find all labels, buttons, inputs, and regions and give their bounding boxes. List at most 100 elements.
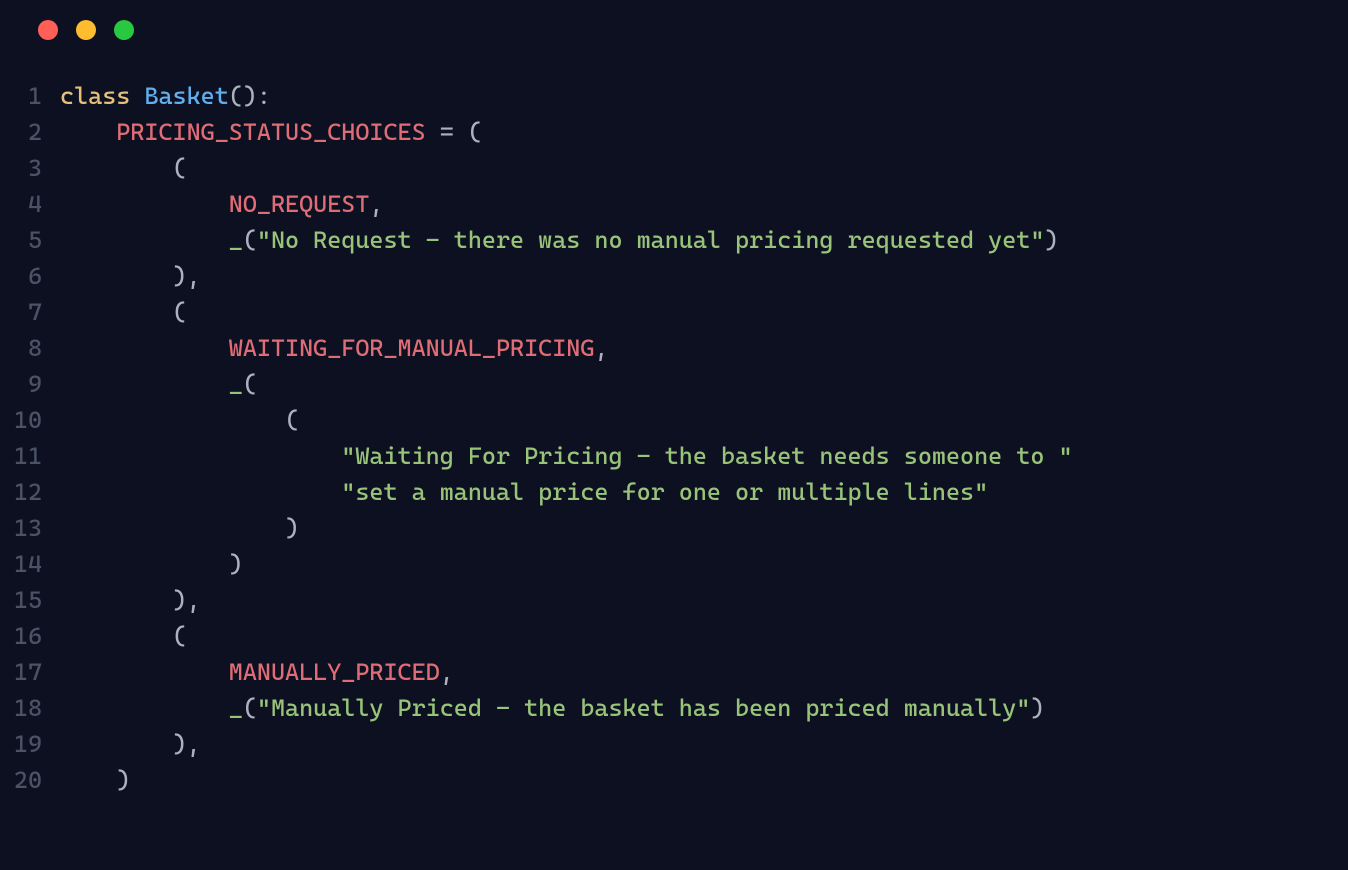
code-content[interactable]: ( [60,618,1348,654]
code-line[interactable]: 14 ) [0,546,1348,582]
code-token: _ [229,694,243,722]
line-number: 1 [0,78,60,114]
code-token: = ( [426,118,482,146]
code-line[interactable]: 20 ) [0,762,1348,798]
code-token: ( [60,298,187,326]
code-token: ( [243,370,257,398]
window-titlebar [0,0,1348,60]
code-token: ), [60,586,201,614]
code-token: ( [243,226,257,254]
code-content[interactable]: ) [60,546,1348,582]
code-token: ( [60,622,187,650]
line-number: 17 [0,654,60,690]
code-content[interactable]: _( [60,366,1348,402]
code-token [60,118,116,146]
code-line[interactable]: 15 ), [0,582,1348,618]
window-minimize-icon[interactable] [76,20,96,40]
code-line[interactable]: 1class Basket(): [0,78,1348,114]
line-number: 16 [0,618,60,654]
code-line[interactable]: 2 PRICING_STATUS_CHOICES = ( [0,114,1348,150]
code-token: ) [1030,694,1044,722]
line-number: 8 [0,330,60,366]
code-line[interactable]: 11 "Waiting For Pricing - the basket nee… [0,438,1348,474]
code-content[interactable]: ), [60,258,1348,294]
code-token: ) [60,550,243,578]
code-token: ( [60,406,299,434]
code-token: PRICING_STATUS_CHOICES [116,118,425,146]
code-line[interactable]: 6 ), [0,258,1348,294]
code-token: "Manually Priced - the basket has been p… [257,694,1030,722]
line-number: 7 [0,294,60,330]
line-number: 6 [0,258,60,294]
code-line[interactable]: 12 "set a manual price for one or multip… [0,474,1348,510]
code-token: WAITING_FOR_MANUAL_PRICING [229,334,595,362]
code-token: ), [60,730,201,758]
code-content[interactable]: class Basket(): [60,78,1348,114]
code-content[interactable]: ) [60,510,1348,546]
code-content[interactable]: ( [60,150,1348,186]
code-line[interactable]: 17 MANUALLY_PRICED, [0,654,1348,690]
window-zoom-icon[interactable] [114,20,134,40]
line-number: 20 [0,762,60,798]
code-token: _ [229,370,243,398]
code-content[interactable]: ( [60,402,1348,438]
code-token: ) [1044,226,1058,254]
code-content[interactable]: NO_REQUEST, [60,186,1348,222]
code-token [60,478,341,506]
line-number: 5 [0,222,60,258]
code-line[interactable]: 3 ( [0,150,1348,186]
code-window: 1class Basket():2 PRICING_STATUS_CHOICES… [0,0,1348,870]
code-content[interactable]: ), [60,726,1348,762]
line-number: 4 [0,186,60,222]
code-line[interactable]: 10 ( [0,402,1348,438]
code-token [60,370,229,398]
code-content[interactable]: WAITING_FOR_MANUAL_PRICING, [60,330,1348,366]
code-line[interactable]: 7 ( [0,294,1348,330]
code-token: ) [60,766,130,794]
line-number: 11 [0,438,60,474]
code-editor[interactable]: 1class Basket():2 PRICING_STATUS_CHOICES… [0,60,1348,798]
line-number: 2 [0,114,60,150]
line-number: 14 [0,546,60,582]
code-content[interactable]: MANUALLY_PRICED, [60,654,1348,690]
code-token [60,226,229,254]
code-token: "Waiting For Pricing - the basket needs … [341,442,1072,470]
code-line[interactable]: 16 ( [0,618,1348,654]
code-content[interactable]: ) [60,762,1348,798]
line-number: 18 [0,690,60,726]
code-line[interactable]: 19 ), [0,726,1348,762]
code-line[interactable]: 5 _("No Request - there was no manual pr… [0,222,1348,258]
code-content[interactable]: _("No Request - there was no manual pric… [60,222,1348,258]
window-close-icon[interactable] [38,20,58,40]
code-token: "No Request - there was no manual pricin… [257,226,1045,254]
code-line[interactable]: 9 _( [0,366,1348,402]
line-number: 19 [0,726,60,762]
code-content[interactable]: ), [60,582,1348,618]
code-token: ( [60,154,187,182]
code-token: , [594,334,608,362]
code-token [60,694,229,722]
code-token: ) [60,514,299,542]
code-content[interactable]: ( [60,294,1348,330]
code-token: Basket [144,82,228,110]
code-token [60,442,341,470]
code-token [60,658,229,686]
code-line[interactable]: 13 ) [0,510,1348,546]
code-token [60,334,229,362]
code-content[interactable]: "Waiting For Pricing - the basket needs … [60,438,1348,474]
code-line[interactable]: 8 WAITING_FOR_MANUAL_PRICING, [0,330,1348,366]
code-token: NO_REQUEST [229,190,370,218]
line-number: 9 [0,366,60,402]
code-content[interactable]: PRICING_STATUS_CHOICES = ( [60,114,1348,150]
code-token: MANUALLY_PRICED [229,658,440,686]
code-line[interactable]: 18 _("Manually Priced - the basket has b… [0,690,1348,726]
code-content[interactable]: "set a manual price for one or multiple … [60,474,1348,510]
line-number: 13 [0,510,60,546]
line-number: 3 [0,150,60,186]
code-token: ( [243,694,257,722]
code-token: _ [229,226,243,254]
code-token: (): [229,82,271,110]
code-content[interactable]: _("Manually Priced - the basket has been… [60,690,1348,726]
code-token: , [369,190,383,218]
code-line[interactable]: 4 NO_REQUEST, [0,186,1348,222]
